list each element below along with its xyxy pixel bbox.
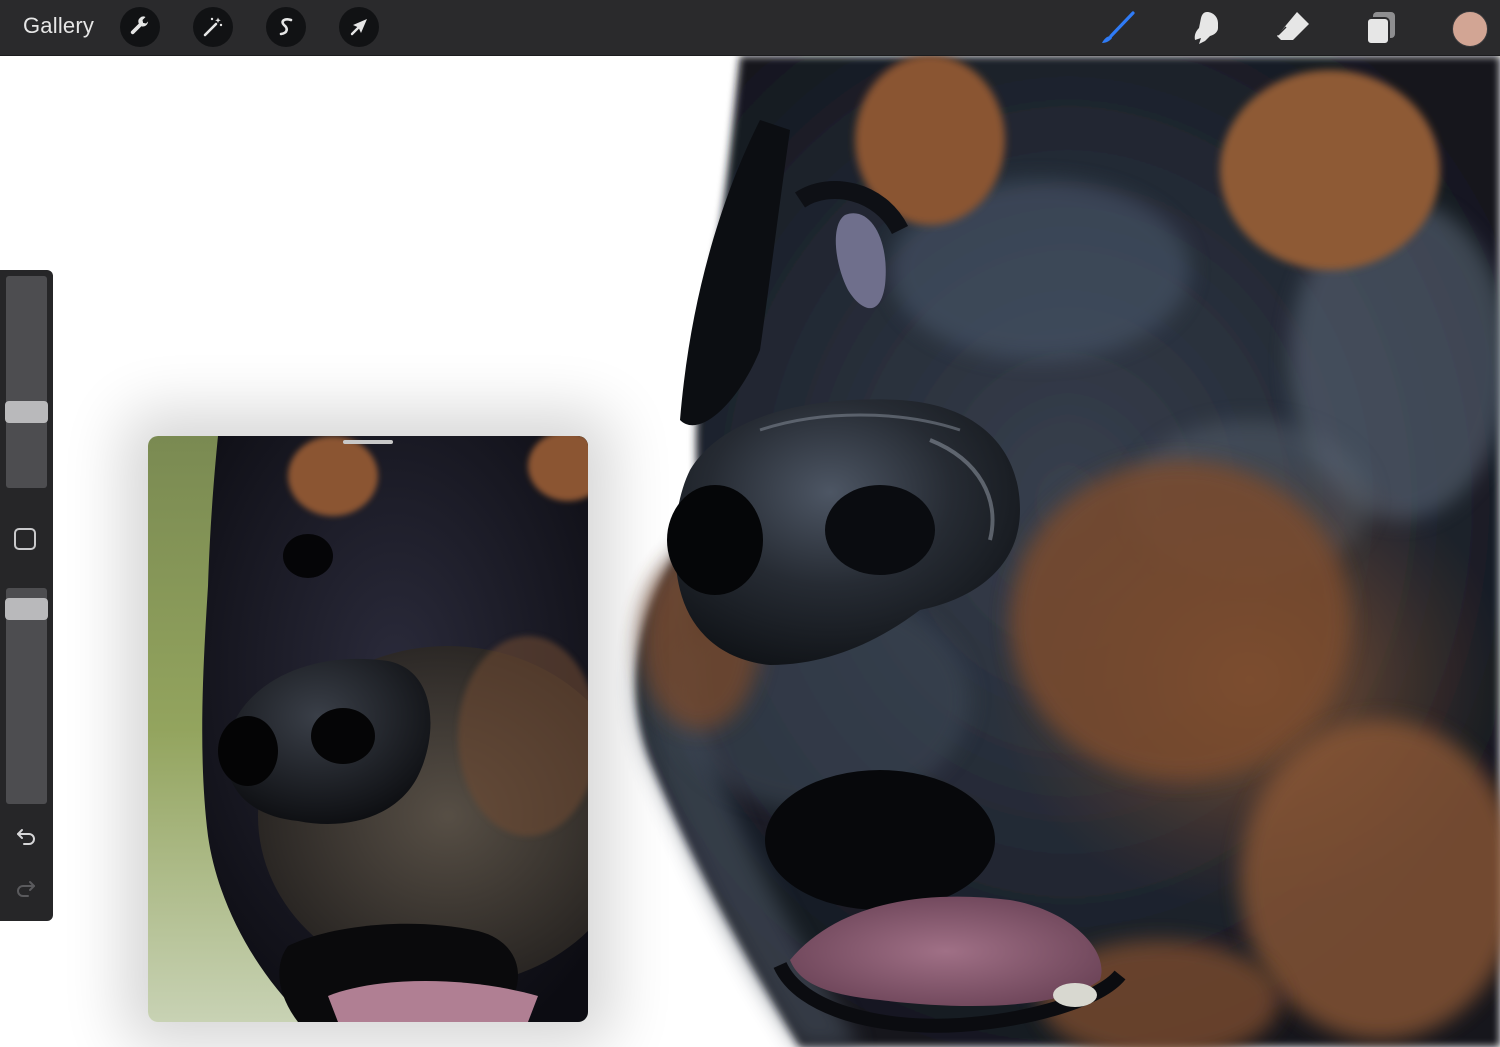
brush-size-thumb[interactable] — [5, 401, 48, 423]
arrow-cursor-icon — [347, 15, 371, 39]
top-toolbar: Gallery — [0, 0, 1500, 56]
undo-icon — [14, 824, 38, 848]
wrench-icon — [128, 15, 152, 39]
layers-button[interactable] — [1361, 8, 1401, 48]
reference-photo — [148, 436, 588, 1022]
gallery-button[interactable]: Gallery — [23, 13, 94, 39]
selection-s-icon — [274, 15, 298, 39]
eraser-icon — [1273, 8, 1313, 48]
smudge-tool-button[interactable] — [1185, 8, 1225, 48]
redo-button[interactable] — [12, 874, 40, 902]
modify-button[interactable] — [14, 528, 36, 550]
smudge-finger-icon — [1185, 8, 1225, 48]
brush-icon — [1097, 8, 1137, 48]
brush-size-slider[interactable] — [6, 276, 47, 488]
eraser-tool-button[interactable] — [1273, 8, 1313, 48]
adjustments-button[interactable] — [193, 7, 233, 47]
opacity-thumb[interactable] — [5, 598, 48, 620]
reference-window[interactable] — [148, 436, 588, 1022]
redo-icon — [14, 876, 38, 900]
opacity-slider[interactable] — [6, 588, 47, 804]
selection-button[interactable] — [266, 7, 306, 47]
reference-window-drag-handle[interactable] — [343, 440, 393, 444]
transform-button[interactable] — [339, 7, 379, 47]
undo-button[interactable] — [12, 822, 40, 850]
layers-icon — [1361, 8, 1401, 48]
actions-button[interactable] — [120, 7, 160, 47]
drawing-canvas[interactable] — [0, 56, 1500, 1047]
sidebar — [0, 270, 53, 921]
color-picker-button[interactable] — [1452, 11, 1488, 47]
magic-wand-icon — [201, 15, 225, 39]
paint-tool-button[interactable] — [1097, 8, 1137, 48]
